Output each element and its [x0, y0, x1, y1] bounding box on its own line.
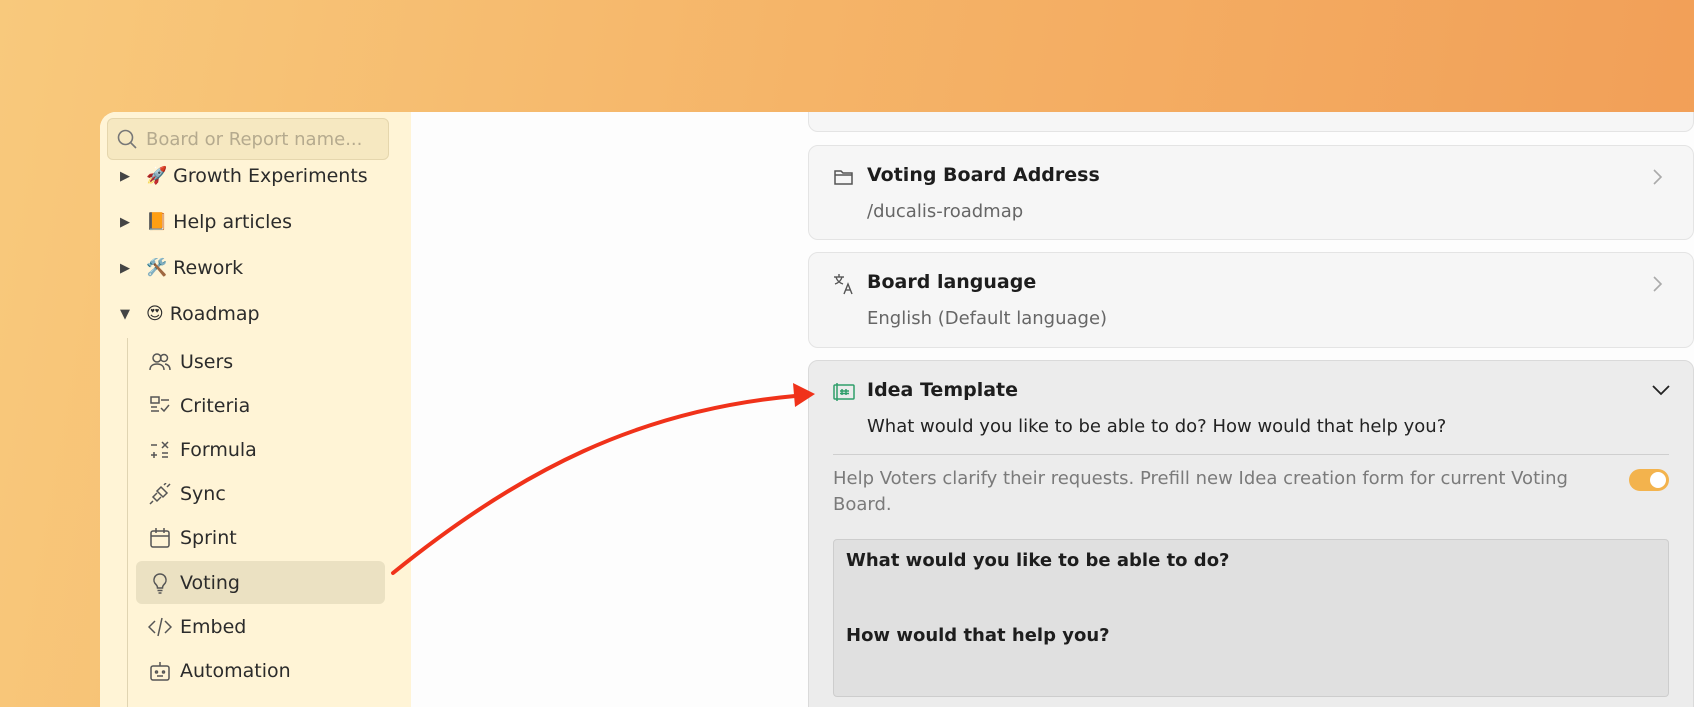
chevron-right-icon[interactable] — [1651, 275, 1665, 293]
divider — [833, 454, 1669, 455]
lightbulb-icon — [148, 571, 172, 595]
expanded-triangle-icon[interactable]: ▼ — [120, 307, 134, 322]
card-value: /ducalis-roadmap — [867, 201, 1024, 222]
tree-guide-line — [127, 338, 128, 707]
sidebar-item-voting[interactable]: Voting — [136, 561, 385, 604]
template-help-text: Help Voters clarify their requests. Pref… — [833, 468, 1568, 515]
tree-item-help-articles[interactable]: ▶ 📙 Help articles — [120, 204, 292, 240]
sidebar-item-criteria[interactable]: Criteria — [136, 384, 385, 427]
sidebar: ▶ 🚀 Growth Experiments ▶ 📙 Help articles… — [100, 112, 411, 707]
collapsed-triangle-icon[interactable]: ▶ — [120, 215, 134, 230]
search-icon — [116, 128, 138, 150]
toggle-knob — [1650, 472, 1666, 488]
formula-icon — [148, 438, 172, 462]
sidebar-item-label: Sprint — [180, 526, 237, 549]
users-icon — [148, 350, 172, 374]
sync-icon — [148, 482, 172, 506]
board-language-card[interactable]: Board language English (Default language… — [808, 252, 1694, 348]
sidebar-item-formula[interactable]: Formula — [136, 428, 385, 471]
sidebar-item-label: Criteria — [180, 394, 251, 417]
robot-icon — [148, 659, 172, 683]
app-window: ▶ 🚀 Growth Experiments ▶ 📙 Help articles… — [100, 112, 1694, 707]
sidebar-item-label: Voting — [180, 571, 240, 594]
chevron-down-icon[interactable] — [1651, 383, 1671, 401]
card-value: What would you like to be able to do? Ho… — [867, 416, 1447, 437]
tree-item-label: Help articles — [173, 211, 293, 233]
card-title: Board language — [867, 271, 1037, 293]
tree-item-label: Roadmap — [169, 303, 260, 325]
template-icon — [833, 381, 855, 403]
sidebar-item-embed[interactable]: Embed — [136, 605, 385, 648]
sidebar-item-label: Formula — [180, 438, 257, 461]
sidebar-item-sprint[interactable]: Sprint — [136, 516, 385, 559]
translate-icon — [833, 273, 855, 295]
tools-icon: 🛠️ — [146, 258, 168, 278]
criteria-icon — [148, 394, 172, 418]
board-search[interactable] — [107, 118, 389, 160]
collapsed-triangle-icon[interactable]: ▶ — [120, 169, 134, 184]
template-line: What would you like to be able to do? — [846, 550, 1230, 571]
idea-template-card[interactable]: Idea Template What would you like to be … — [808, 360, 1694, 707]
card-title: Idea Template — [867, 379, 1019, 401]
code-icon — [148, 615, 172, 639]
card-title: Voting Board Address — [867, 164, 1100, 186]
template-editor[interactable]: What would you like to be able to do? Ho… — [833, 539, 1669, 697]
sidebar-item-label: Sync — [180, 482, 226, 505]
sidebar-item-users[interactable]: Users — [136, 340, 385, 383]
template-line: How would that help you? — [846, 625, 1110, 646]
sidebar-item-automation[interactable]: Automation — [136, 649, 385, 692]
book-icon: 📙 — [146, 212, 168, 232]
sidebar-item-label: Users — [180, 350, 234, 373]
template-enabled-toggle[interactable] — [1629, 469, 1669, 491]
tree-item-growth-experiments[interactable]: ▶ 🚀 Growth Experiments — [120, 158, 368, 194]
tree-item-rework[interactable]: ▶ 🛠️ Rework — [120, 250, 243, 286]
voting-board-address-card[interactable]: Voting Board Address /ducalis-roadmap — [808, 145, 1694, 240]
rocket-icon: 🚀 — [146, 166, 168, 186]
tree-item-label: Rework — [173, 257, 244, 279]
card-value: English (Default language) — [867, 308, 1108, 329]
sidebar-item-label: Automation — [180, 659, 291, 682]
search-input[interactable] — [146, 128, 388, 150]
sidebar-item-label: Embed — [180, 615, 247, 638]
tree-item-label: Growth Experiments — [173, 165, 368, 187]
chevron-right-icon[interactable] — [1651, 168, 1665, 186]
heart-eyes-icon: 😍 — [146, 304, 164, 324]
tree-item-roadmap[interactable]: ▼ 😍 Roadmap — [120, 296, 260, 332]
folder-icon — [833, 166, 855, 188]
calendar-icon — [148, 526, 172, 550]
sidebar-item-sync[interactable]: Sync — [136, 472, 385, 515]
settings-card-partial — [808, 112, 1694, 132]
collapsed-triangle-icon[interactable]: ▶ — [120, 261, 134, 276]
